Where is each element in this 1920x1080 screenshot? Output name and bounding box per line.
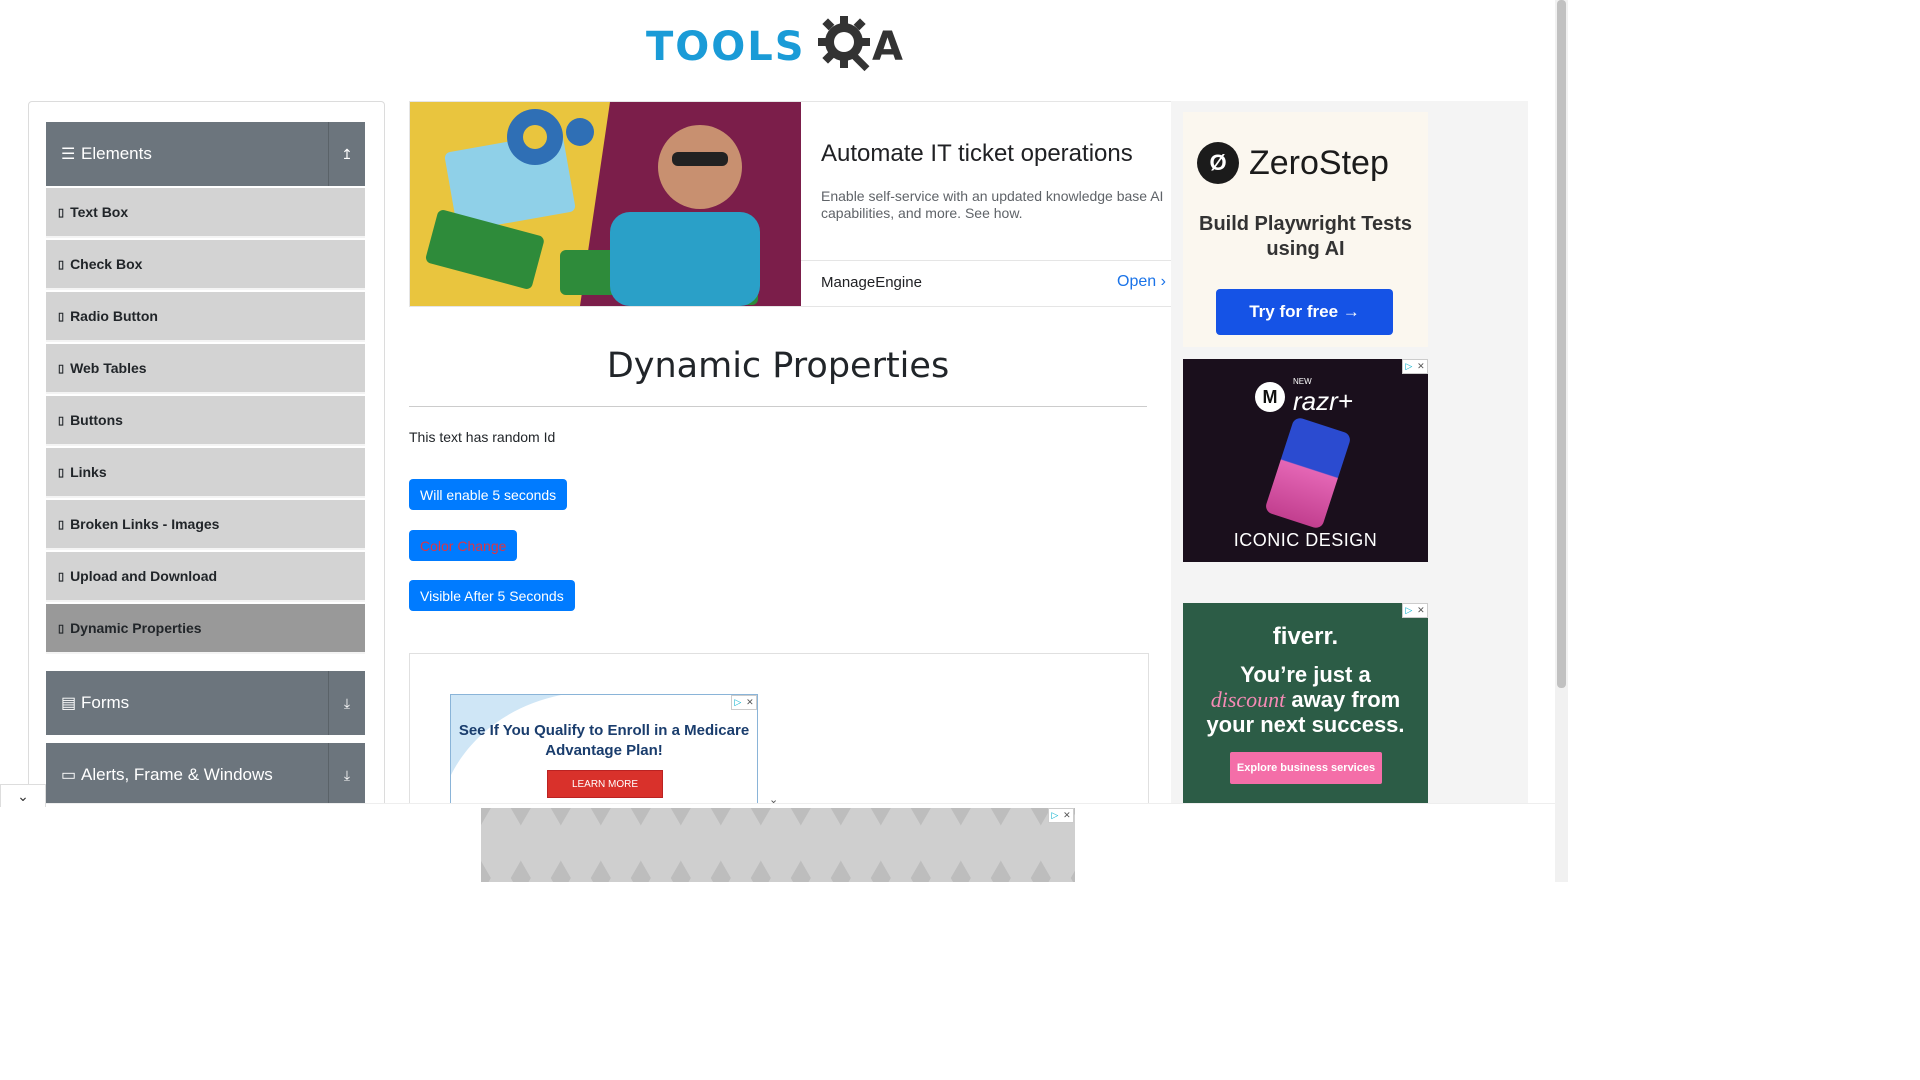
ad-illustration	[410, 102, 801, 306]
fiverr-line2: away from	[1291, 687, 1401, 712]
toolsqa-logo[interactable]: TOOLS A	[646, 12, 914, 74]
page-title: Dynamic Properties	[606, 346, 950, 386]
ad-divider	[801, 260, 1172, 261]
adchoices-icon[interactable]: ▷ ✕	[1402, 603, 1428, 618]
zerostep-tagline: Build Playwright Tests using AI	[1199, 213, 1412, 260]
group-title: Forms	[81, 693, 130, 712]
adchoices-icon[interactable]: ▷ ✕	[731, 695, 757, 710]
visible-after-button[interactable]: Visible After 5 Seconds	[409, 580, 575, 611]
item-icon: ▯	[58, 258, 65, 271]
learn-more-button[interactable]: LEARN MORE	[547, 770, 663, 798]
zerostep-logo: Ø ZeroStep	[1197, 142, 1389, 184]
item-icon: ▯	[58, 310, 65, 323]
enable-after-button[interactable]: Will enable 5 seconds	[409, 479, 568, 510]
logo-text-end: A	[872, 24, 903, 70]
logo-text: TOOLS	[646, 24, 806, 70]
adchoices-icon[interactable]: ▷ ✕	[1048, 808, 1074, 823]
fiverr-ad[interactable]: fiverr. You’re just a discount away from…	[1183, 603, 1428, 803]
item-icon: ▯	[58, 622, 65, 635]
group-title: Elements	[81, 144, 152, 163]
item-icon: ▯	[58, 206, 65, 219]
group-header-forms[interactable]: ▤ Forms ⤓	[46, 671, 365, 735]
phone-image	[1264, 416, 1352, 530]
color-change-button[interactable]: Color Change	[409, 530, 518, 561]
menu-item-label: Buttons	[70, 412, 123, 428]
explore-services-button[interactable]: Explore business services	[1230, 752, 1382, 784]
ad-description: Enable self-service with an updated know…	[821, 188, 1164, 221]
zerostep-brand: ZeroStep	[1249, 143, 1389, 182]
fiverr-headline: You’re just a discount away from your ne…	[1183, 662, 1428, 737]
document-icon: ▤	[61, 695, 77, 712]
menu-item-label: Web Tables	[70, 360, 147, 376]
razr-new-label: NEW	[1293, 377, 1312, 386]
collapse-ad-button[interactable]: ⌄	[0, 784, 46, 807]
group-header-alerts[interactable]: ▭ Alerts, Frame & Windows ⤓	[46, 743, 365, 807]
razr-brand: razr+	[1293, 386, 1353, 416]
menu-item-text-box[interactable]: ▯ Text Box	[46, 188, 365, 238]
item-icon: ▯	[58, 570, 65, 583]
menu-item-check-box[interactable]: ▯ Check Box	[46, 240, 365, 290]
try-for-free-button[interactable]: Try for free →	[1216, 289, 1393, 335]
razr-ad[interactable]: M NEW razr+ ICONIC DESIGN ▷ ✕	[1183, 359, 1428, 562]
menu-item-buttons[interactable]: ▯ Buttons	[46, 396, 365, 446]
menu-item-label: Links	[70, 464, 107, 480]
left-panel: ☰ Elements ↥ ▯ Text Box ▯ Check Box ▯ Ra…	[28, 101, 385, 823]
menu-item-radio-button[interactable]: ▯ Radio Button	[46, 292, 365, 342]
menu-item-label: Radio Button	[70, 308, 158, 324]
scrollbar[interactable]	[1555, 0, 1568, 882]
menu-item-label: Dynamic Properties	[70, 620, 202, 636]
ad-text: See If You Qualify to Enroll in a Medica…	[458, 722, 750, 759]
item-icon: ▯	[58, 518, 65, 531]
item-icon: ▯	[58, 414, 65, 427]
ad-title: Automate IT ticket operations	[821, 140, 1133, 167]
chevron-down-icon: ⌄	[17, 787, 29, 804]
top-banner-ad[interactable]: Automate IT ticket operations Enable sel…	[409, 101, 1173, 307]
fiverr-discount: discount	[1210, 687, 1286, 712]
ad-illustration-art	[410, 102, 801, 306]
item-icon: ▯	[58, 362, 65, 375]
menu-item-upload-download[interactable]: ▯ Upload and Download	[46, 552, 365, 602]
bottom-banner-ad[interactable]: ▷ ✕	[481, 808, 1075, 882]
fiverr-line3: your next success.	[1206, 712, 1405, 737]
menu-item-dynamic-properties[interactable]: ▯ Dynamic Properties	[46, 604, 365, 654]
medicare-ad[interactable]: See If You Qualify to Enroll in a Medica…	[450, 694, 758, 806]
item-icon: ▯	[58, 466, 65, 479]
razr-tagline: ICONIC DESIGN	[1233, 530, 1378, 550]
title-divider	[409, 406, 1147, 407]
group-header-elements[interactable]: ☰ Elements ↥	[46, 122, 365, 186]
scrollbar-thumb[interactable]	[1557, 0, 1566, 688]
menu-item-label: Upload and Download	[70, 568, 218, 584]
menu-item-web-tables[interactable]: ▯ Web Tables	[46, 344, 365, 394]
menu-item-label: Text Box	[70, 204, 129, 220]
zerostep-ad[interactable]: Ø ZeroStep Build Playwright Tests using …	[1183, 112, 1428, 347]
menu-item-links[interactable]: ▯ Links	[46, 448, 365, 498]
menu-item-broken-links[interactable]: ▯ Broken Links - Images	[46, 500, 365, 550]
fiverr-logo: fiverr.	[1272, 623, 1339, 650]
collapse-up-icon[interactable]: ↥	[328, 122, 365, 186]
ad-open-link[interactable]: Open ›	[1117, 273, 1166, 291]
menu-item-label: Check Box	[70, 256, 143, 272]
razr-logo: M NEW razr+	[1255, 377, 1353, 417]
zerostep-logo-icon: Ø	[1197, 142, 1239, 184]
gear-icon	[818, 16, 870, 72]
list-icon: ☰	[61, 146, 76, 163]
expand-down-icon[interactable]: ⤓	[328, 671, 365, 735]
fiverr-line1: You’re just a	[1240, 662, 1371, 687]
window-icon: ▭	[61, 767, 77, 784]
expand-down-icon[interactable]: ⤓	[328, 743, 365, 807]
ad-brand: ManageEngine	[821, 274, 922, 291]
motorola-logo-icon: M	[1255, 382, 1285, 412]
random-id-text: This text has random Id	[409, 429, 556, 445]
group-title: Alerts, Frame & Windows	[81, 765, 273, 784]
adchoices-icon[interactable]: ▷ ✕	[1402, 359, 1428, 374]
menu-item-label: Broken Links - Images	[70, 516, 220, 532]
